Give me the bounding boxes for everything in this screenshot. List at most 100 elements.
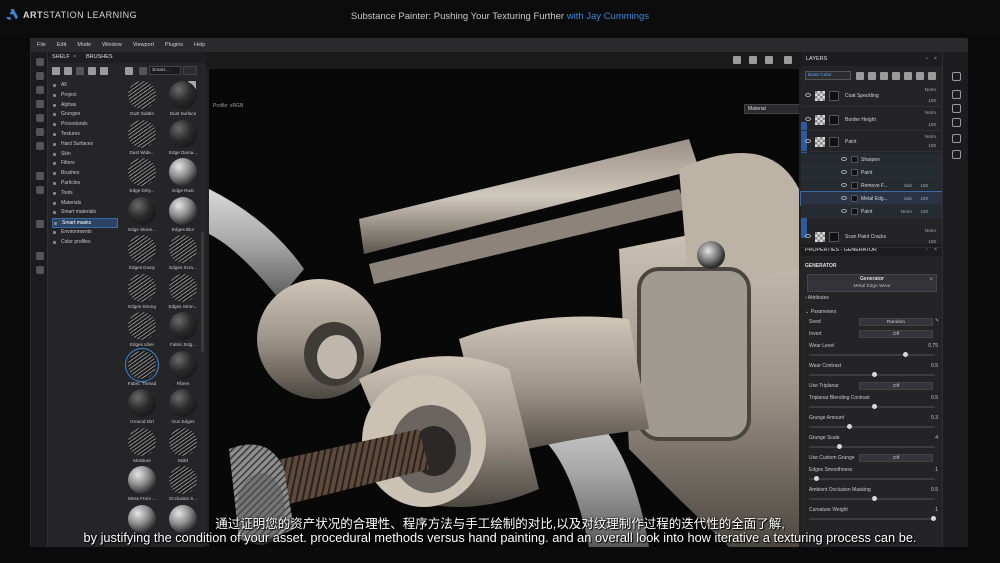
parameters-toggle[interactable]: ⌄ Parameters: [805, 309, 836, 315]
shelf-category-environments[interactable]: Environments: [52, 228, 118, 238]
refresh-icon[interactable]: [100, 67, 108, 75]
bake-icon[interactable]: [36, 172, 44, 180]
ao-masking-slider[interactable]: [809, 496, 935, 501]
layer-opacity[interactable]: 100: [920, 209, 928, 214]
filter-icon[interactable]: [125, 67, 133, 75]
use-triplanar-toggle[interactable]: Off: [859, 382, 933, 390]
layer-opacity[interactable]: 100: [928, 98, 936, 103]
layer-opacity[interactable]: 100: [920, 183, 928, 188]
projection-icon[interactable]: [36, 86, 44, 94]
blend-mode[interactable]: Sub: [904, 183, 912, 188]
save-icon[interactable]: [76, 67, 84, 75]
layer-row[interactable]: Border Height Norm 100: [801, 108, 942, 131]
display-settings-icon[interactable]: [36, 220, 44, 228]
grunge-scale-knob[interactable]: [837, 444, 842, 449]
seed-random-button[interactable]: Random: [859, 318, 933, 326]
visibility-eye-icon[interactable]: [805, 117, 811, 121]
menu-file[interactable]: File: [37, 39, 46, 52]
polygon-fill-icon[interactable]: [36, 100, 44, 108]
paint-brush-icon[interactable]: [36, 58, 44, 66]
blend-mode[interactable]: Norm: [925, 87, 936, 92]
shelf-category-procedurals[interactable]: Procedurals: [52, 120, 118, 130]
screenshot-icon[interactable]: [733, 56, 741, 64]
wear-contrast-knob[interactable]: [872, 372, 877, 377]
blend-mode[interactable]: Norm: [925, 228, 936, 233]
history-icon[interactable]: [952, 134, 961, 143]
physics-icon[interactable]: [36, 186, 44, 194]
smart-mask-thumbnail[interactable]: Dust Surface: [163, 81, 203, 121]
texture-set-icon[interactable]: [36, 266, 44, 274]
shelf-category-tools[interactable]: Tools: [52, 189, 118, 199]
smart-mask-thumbnail[interactable]: Ground Dirt: [122, 389, 162, 429]
triplanar-blend-value[interactable]: 0.5: [931, 395, 938, 401]
folder-icon[interactable]: [52, 67, 60, 75]
seed-edit-icon[interactable]: ✎: [935, 318, 939, 324]
edges-smoothness-knob[interactable]: [814, 476, 819, 481]
visibility-eye-icon[interactable]: [841, 209, 847, 213]
smart-mask-thumbnail[interactable]: Edge Dirty...: [122, 158, 162, 198]
blend-mode[interactable]: Norm: [901, 209, 912, 214]
smart-mask-thumbnail[interactable]: Fibers: [163, 350, 203, 391]
blend-mode[interactable]: Sub: [904, 196, 912, 201]
smart-mask-thumbnail[interactable]: Edges Uber: [122, 312, 162, 352]
grunge-amount-value[interactable]: 0.3: [931, 415, 938, 421]
add-fill-layer-icon[interactable]: [880, 72, 888, 80]
layer-row[interactable]: Paint: [801, 166, 942, 179]
shelf-category-textures[interactable]: Textures: [52, 130, 118, 140]
layer-opacity[interactable]: 100: [928, 239, 936, 244]
layer-opacity[interactable]: 100: [920, 196, 928, 201]
blend-mode[interactable]: Norm: [925, 134, 936, 139]
menu-window[interactable]: Window: [102, 39, 122, 52]
snapshot-icon[interactable]: [784, 56, 792, 64]
grunge-amount-knob[interactable]: [847, 424, 852, 429]
wear-level-knob[interactable]: [903, 352, 908, 357]
menu-edit[interactable]: Edit: [57, 39, 66, 52]
link-icon[interactable]: [88, 67, 96, 75]
visibility-eye-icon[interactable]: [841, 170, 847, 174]
wear-level-slider[interactable]: [809, 352, 935, 357]
shelf-category-smart-masks[interactable]: Smart masks: [52, 218, 118, 228]
shelf-category-filters[interactable]: Filters: [52, 159, 118, 169]
eraser-icon[interactable]: [36, 72, 44, 80]
layer-row[interactable]: Coat Speckling Norm 100: [801, 85, 942, 107]
layer-row[interactable]: Scan Paint Cracks Norm 100: [801, 226, 942, 248]
viewport-3d[interactable]: Profile: sRGB Material: [209, 69, 799, 547]
shelf-category-alphas[interactable]: Alphas: [52, 101, 118, 111]
smart-mask-thumbnail[interactable]: Dust Wide...: [122, 119, 162, 160]
viewer-settings-icon[interactable]: [952, 118, 961, 127]
menu-plugins[interactable]: Plugins: [165, 39, 183, 52]
shelf-category-smart-materials[interactable]: Smart materials: [52, 208, 118, 218]
attributes-toggle[interactable]: › Attributes: [805, 295, 829, 301]
smart-mask-thumbnail[interactable]: Fabric Edg...: [163, 312, 203, 352]
ao-masking-value[interactable]: 0.5: [931, 487, 938, 493]
generator-picker[interactable]: Generator Metal Edge Wear ×: [807, 274, 937, 292]
smart-mask-thumbnail[interactable]: Edges Stron...: [163, 273, 203, 314]
tab-shelf[interactable]: SHELF: [52, 52, 70, 63]
generator-clear-icon[interactable]: ×: [929, 277, 933, 283]
visibility-eye-icon[interactable]: [841, 196, 847, 200]
shelf-search-tab[interactable]: [183, 66, 197, 75]
add-effect-icon[interactable]: [856, 72, 864, 80]
visibility-eye-icon[interactable]: [841, 183, 847, 187]
blend-mode[interactable]: Norm: [925, 110, 936, 115]
wear-level-value[interactable]: 0.75: [928, 343, 938, 349]
smart-mask-thumbnail[interactable]: Gun Edges: [163, 389, 203, 429]
visibility-eye-icon[interactable]: [841, 157, 847, 161]
layer-row[interactable]: Sharpen: [801, 153, 942, 166]
menu-mode[interactable]: Mode: [77, 39, 91, 52]
smart-mask-thumbnail[interactable]: Mold: [163, 427, 203, 468]
layer-opacity[interactable]: 100: [928, 122, 936, 127]
wear-contrast-slider[interactable]: [809, 372, 935, 377]
shelf-category-skin[interactable]: Skin: [52, 150, 118, 160]
visibility-eye-icon[interactable]: [805, 234, 811, 238]
environment-icon[interactable]: [765, 56, 773, 64]
picker-icon[interactable]: [36, 142, 44, 150]
grunge-scale-value[interactable]: 4: [935, 435, 938, 441]
smart-mask-thumbnail[interactable]: Fabric Thread: [122, 347, 162, 391]
layer-row[interactable]: Paint Norm 100: [801, 205, 942, 218]
smart-mask-thumbnail[interactable]: Edges Strong: [122, 273, 162, 314]
smart-mask-thumbnail[interactable]: Edge Rust: [163, 158, 203, 198]
shelf-category-color-profiles[interactable]: Color profiles: [52, 238, 118, 248]
add-folder-icon[interactable]: [904, 72, 912, 80]
layers-dock-icon[interactable]: [952, 72, 961, 81]
